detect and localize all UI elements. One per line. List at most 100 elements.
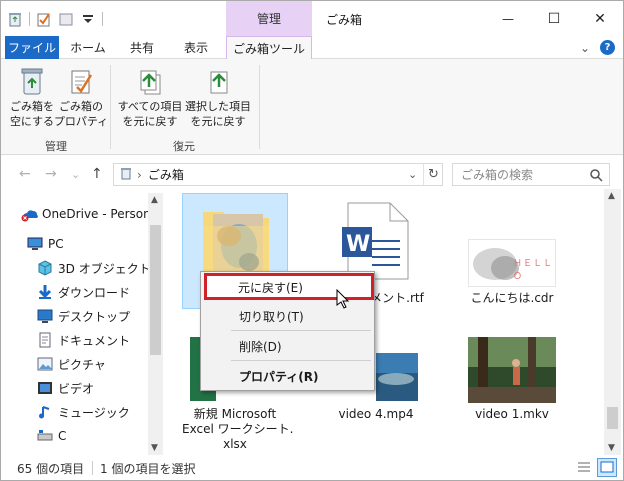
address-bar[interactable]: › ごみ箱 ⌄ [113,163,443,186]
address-row: ← → ⌄ ↑ › ごみ箱 ⌄ ↻ ごみ箱の検索 [1,161,623,189]
toolbar-separator [102,12,103,26]
help-icon[interactable]: ? [600,40,615,55]
search-placeholder: ごみ箱の検索 [461,168,534,182]
nav-item-downloads[interactable]: ダウンロード [37,281,130,303]
nav-item-pc[interactable]: PC [27,233,64,255]
back-button[interactable]: ← [19,166,31,182]
nav-item-label: 3D オブジェクト [58,261,151,276]
forward-button[interactable]: → [45,166,57,182]
tab-home[interactable]: ホーム [63,36,113,59]
search-icon [589,168,603,185]
scroll-down-arrow-icon[interactable]: ▼ [608,443,615,453]
refresh-icon: ↻ [428,167,439,182]
content-scrollbar[interactable]: ▲ ▼ [604,189,621,455]
restore-selected-button[interactable]: 選択した項目 を元に戻す [185,65,251,129]
nav-item-documents[interactable]: ドキュメント [37,329,130,351]
nav-item-onedrive[interactable]: OneDrive - Person [21,203,151,225]
recycle-bin-properties-button[interactable]: ごみ箱の プロパティ [54,65,108,129]
empty-recycle-bin-button[interactable]: ごみ箱を 空にする [9,65,55,129]
close-icon: ✕ [594,10,606,27]
large-icons-view-icon[interactable] [597,458,617,477]
videos-icon [37,380,53,396]
svg-text:W: W [346,232,370,257]
tab-file[interactable]: ファイル [5,36,59,59]
explorer-window: 管理 ごみ箱 — ☐ ✕ ファイル ホーム 共有 表示 ごみ箱ツール ⌄ ? ご… [0,0,624,481]
maximize-button[interactable]: ☐ [531,1,577,36]
scroll-up-arrow-icon[interactable]: ▲ [608,191,615,201]
drive-icon [37,428,53,444]
menu-separator [231,330,371,331]
video-thumbnail-image [468,337,556,403]
status-bar: 65 個の項目 1 個の項目を選択 [1,456,623,480]
tab-recycle-bin-tools[interactable]: ごみ箱ツール [226,36,312,60]
breadcrumb-recycle-bin[interactable]: ごみ箱 [148,166,184,183]
3d-objects-icon [37,260,53,276]
maximize-icon: ☐ [547,10,561,27]
scroll-down-arrow-icon[interactable]: ▼ [151,443,158,453]
nav-item-label: ドキュメント [58,333,131,348]
expand-ribbon-icon[interactable]: ⌄ [580,41,590,55]
file-name-label: video 4.mp4 [338,407,414,421]
restore-all-label: すべての項目 を元に戻す [117,100,183,128]
nav-item-label: PC [48,237,64,251]
details-view-icon[interactable] [576,459,592,478]
new-folder-icon[interactable] [58,11,74,27]
up-button[interactable]: ↑ [91,166,103,182]
nav-pane-scrollbar[interactable]: ▲ ▼ [148,193,163,455]
nav-item-3d-objects[interactable]: 3D オブジェクト [37,257,151,279]
nav-item-drive-c[interactable]: C [37,425,66,447]
refresh-button[interactable]: ↻ [423,163,443,186]
nav-item-videos[interactable]: ビデオ [37,377,94,399]
nav-item-label: ビデオ [58,381,95,396]
desktop-icon [37,308,53,324]
search-input[interactable]: ごみ箱の検索 [452,163,610,186]
address-dropdown-icon[interactable]: ⌄ [408,168,417,181]
minimize-button[interactable]: — [485,1,531,36]
status-selected-count: 1 個の項目を選択 [100,462,196,476]
nav-item-label: OneDrive - Person [42,207,151,221]
onedrive-icon [21,206,38,222]
empty-bin-label: ごみ箱を 空にする [9,100,55,128]
nav-scroll-thumb[interactable] [150,225,161,355]
status-item-count: 65 個の項目 [17,462,85,476]
video-thumbnail-image [376,353,418,401]
ribbon-right-controls: ⌄ ? [580,40,615,55]
empty-bin-icon [16,65,48,97]
menu-item-restore: 元に戻す(E) [238,281,303,295]
file-name-label: video 1.mkv [475,407,549,421]
menu-item-delete[interactable]: 削除(D) [203,334,372,358]
nav-item-desktop[interactable]: デスクトップ [37,305,130,327]
scroll-up-arrow-icon[interactable]: ▲ [151,195,158,205]
restore-selected-label: 選択した項目 を元に戻す [185,100,251,128]
customize-qat-icon[interactable] [80,11,96,27]
ribbon-tabs: ファイル ホーム 共有 表示 ごみ箱ツール ⌄ ? [1,36,623,60]
group-label-manage: 管理 [45,140,67,153]
nav-item-label: ダウンロード [58,285,131,300]
nav-item-pictures[interactable]: ピクチャ [37,353,106,375]
file-name-label: 新規 Microsoft Excel ワークシート. xlsx [182,407,294,451]
minimize-icon: — [502,11,514,26]
menu-item-properties[interactable]: プロパティ(R) [203,364,372,388]
bin-properties-icon [65,65,97,97]
properties-check-icon[interactable] [36,11,52,27]
nav-item-music[interactable]: ミュージック [37,401,130,423]
folder-thumbnail-icon [201,206,271,280]
restore-all-icon [134,65,166,97]
pictures-icon [37,356,53,372]
content-scroll-thumb[interactable] [607,407,618,429]
tab-share[interactable]: 共有 [117,36,167,59]
music-icon [37,404,53,420]
nav-item-label: ミュージック [58,405,130,420]
nav-item-label: ピクチャ [58,357,106,372]
context-tab-header: 管理 [226,1,312,36]
ribbon-group-separator [110,65,111,149]
recent-locations-button[interactable]: ⌄ [71,168,80,181]
tab-view[interactable]: 表示 [171,36,221,59]
close-button[interactable]: ✕ [577,1,623,36]
menu-separator [231,360,371,361]
recycle-bin-small-icon [119,166,133,183]
restore-all-button[interactable]: すべての項目 を元に戻す [117,65,183,129]
restore-selected-icon [202,65,234,97]
nav-item-label: デスクトップ [58,309,131,324]
file-name-label: こんにちは.cdr [470,291,554,305]
